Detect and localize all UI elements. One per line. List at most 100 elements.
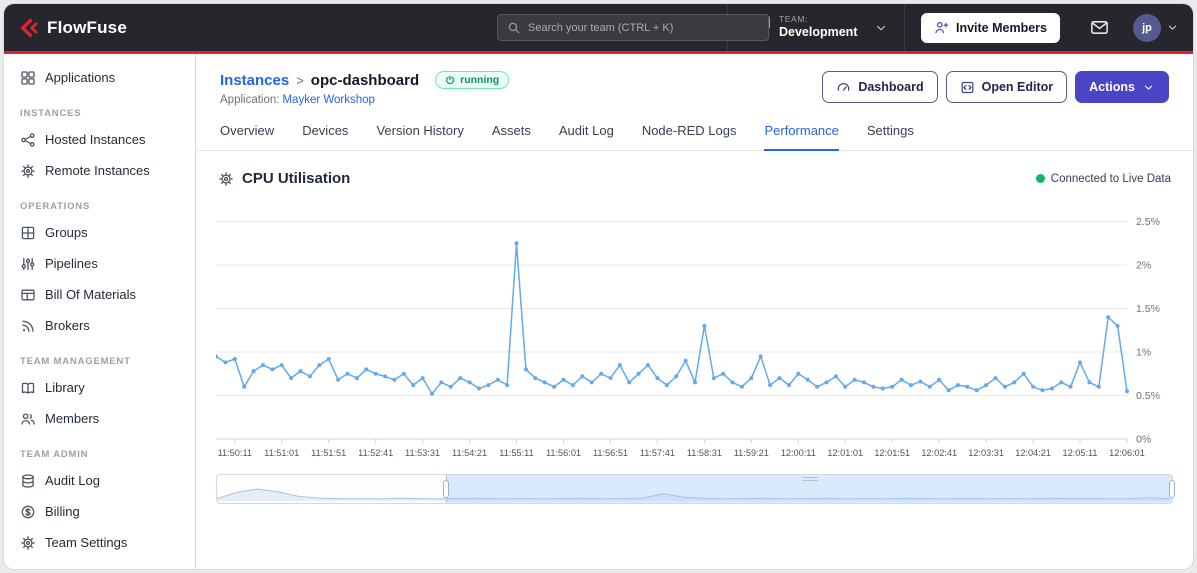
open-editor-button[interactable]: Open Editor [945, 71, 1068, 103]
data-point[interactable] [843, 384, 848, 389]
data-point[interactable] [570, 383, 575, 388]
data-point[interactable] [664, 383, 669, 388]
data-point[interactable] [1049, 386, 1054, 391]
dashboard-button[interactable]: Dashboard [822, 71, 938, 103]
data-point[interactable] [1115, 323, 1120, 328]
cpu-utilisation-chart[interactable]: 0% 0.5% 1% 1.5% 2% 2.5% 11:50:11 11:51:01 11:51:… [216, 209, 1173, 461]
data-point[interactable] [542, 380, 547, 385]
data-point[interactable] [655, 376, 660, 381]
sidebar-item-groups[interactable]: Groups [4, 217, 195, 248]
chart-range-navigator[interactable] [216, 474, 1175, 504]
sidebar-item-remote-instances[interactable]: Remote Instances [4, 155, 195, 186]
search-input[interactable] [528, 21, 759, 34]
data-point[interactable] [974, 388, 979, 393]
data-point[interactable] [392, 377, 397, 382]
data-point[interactable] [1087, 380, 1092, 385]
data-point[interactable] [730, 380, 735, 385]
data-point[interactable] [927, 384, 932, 389]
notifications-button[interactable] [1076, 18, 1123, 37]
data-point[interactable] [298, 369, 303, 374]
data-point[interactable] [448, 384, 453, 389]
data-point[interactable] [373, 371, 378, 376]
data-point[interactable] [599, 371, 604, 376]
data-point[interactable] [993, 376, 998, 381]
data-point[interactable] [1040, 388, 1045, 393]
data-point[interactable] [486, 383, 491, 388]
data-point[interactable] [523, 367, 528, 372]
tab-version-history[interactable]: Version History [376, 123, 463, 150]
data-point[interactable] [1021, 371, 1026, 376]
data-point[interactable] [899, 377, 904, 382]
data-point[interactable] [279, 363, 284, 368]
data-point[interactable] [354, 376, 359, 381]
data-point[interactable] [1012, 380, 1017, 385]
navigator-selection[interactable] [446, 475, 1172, 503]
data-point[interactable] [1031, 384, 1036, 389]
data-point[interactable] [984, 383, 989, 388]
tab-node-red-logs[interactable]: Node-RED Logs [642, 123, 737, 150]
data-point[interactable] [918, 379, 923, 384]
data-point[interactable] [646, 363, 650, 368]
data-point[interactable] [1125, 389, 1129, 394]
data-point[interactable] [326, 357, 331, 361]
data-point[interactable] [833, 374, 838, 379]
data-point[interactable] [693, 380, 697, 385]
data-point[interactable] [721, 371, 726, 376]
data-point[interactable] [749, 376, 754, 381]
tab-audit-log[interactable]: Audit Log [559, 123, 614, 150]
data-point[interactable] [1078, 360, 1082, 365]
data-point[interactable] [796, 371, 801, 376]
data-point[interactable] [824, 380, 829, 385]
data-point[interactable] [909, 383, 913, 388]
data-point[interactable] [617, 363, 622, 368]
data-point[interactable] [683, 358, 688, 363]
data-point[interactable] [364, 367, 369, 372]
navigator-grip[interactable] [801, 477, 818, 481]
data-point[interactable] [420, 376, 425, 381]
data-point[interactable] [815, 384, 820, 389]
data-point[interactable] [1068, 384, 1073, 389]
data-point[interactable] [439, 380, 444, 385]
data-point[interactable] [458, 376, 463, 381]
data-point[interactable] [768, 383, 773, 388]
sidebar-item-members[interactable]: Members [4, 403, 195, 434]
data-point[interactable] [232, 357, 237, 361]
data-point[interactable] [674, 374, 679, 379]
data-point[interactable] [777, 376, 782, 381]
data-point[interactable] [477, 386, 481, 391]
data-point[interactable] [261, 363, 265, 368]
flowfuse-home-link[interactable]: FlowFuse [18, 17, 127, 39]
data-point[interactable] [758, 354, 763, 359]
data-point[interactable] [552, 384, 557, 389]
team-search[interactable] [497, 14, 769, 41]
data-point[interactable] [317, 363, 322, 368]
data-point[interactable] [270, 367, 275, 372]
sidebar-item-hosted-instances[interactable]: Hosted Instances [4, 124, 195, 155]
sidebar-item-team-settings[interactable]: Team Settings [4, 527, 195, 558]
data-point[interactable] [533, 376, 538, 381]
sidebar-item-brokers[interactable]: Brokers [4, 310, 195, 341]
data-point[interactable] [289, 376, 294, 381]
tab-settings[interactable]: Settings [867, 123, 914, 150]
data-point[interactable] [561, 377, 566, 382]
data-point[interactable] [937, 377, 942, 382]
data-point[interactable] [955, 383, 960, 388]
navigator-right-handle[interactable] [1169, 480, 1175, 498]
data-point[interactable] [467, 380, 472, 385]
navigator-left-handle[interactable] [443, 480, 450, 498]
data-point[interactable] [401, 371, 406, 376]
application-link[interactable]: Mayker Workshop [282, 94, 374, 106]
tab-devices[interactable]: Devices [302, 123, 348, 150]
sidebar-item-billing[interactable]: Billing [4, 496, 195, 527]
data-point[interactable] [871, 384, 876, 389]
data-point[interactable] [345, 371, 350, 376]
tab-assets[interactable]: Assets [492, 123, 531, 150]
user-menu[interactable]: jp [1123, 13, 1179, 42]
data-point[interactable] [307, 374, 312, 379]
tab-overview[interactable]: Overview [220, 123, 274, 150]
sidebar-item-applications[interactable]: Applications [4, 62, 195, 93]
sidebar-item-pipelines[interactable]: Pipelines [4, 248, 195, 279]
data-point[interactable] [890, 384, 895, 389]
data-point[interactable] [411, 383, 416, 388]
data-point[interactable] [1059, 380, 1064, 385]
